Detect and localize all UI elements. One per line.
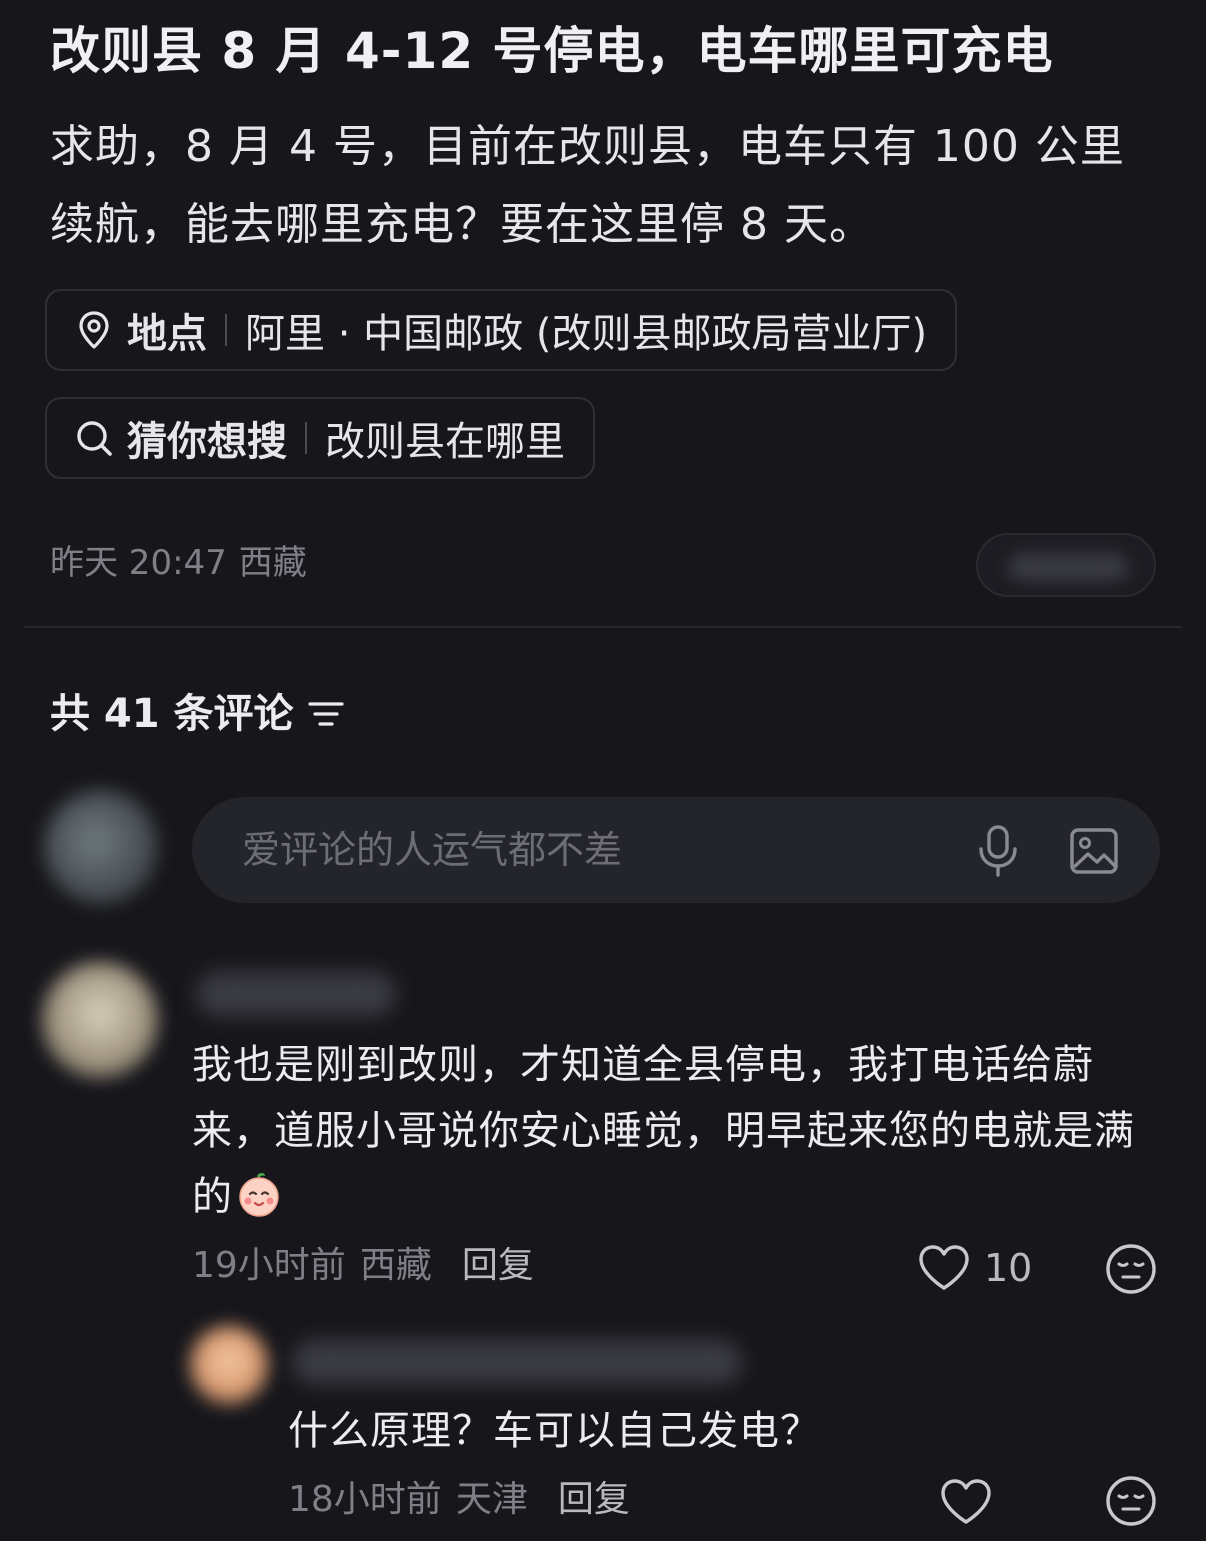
divider (24, 626, 1182, 628)
heart-outline-icon[interactable] (917, 1244, 971, 1292)
current-user-avatar[interactable] (44, 790, 158, 904)
map-pin-icon (73, 309, 115, 351)
reply-location: 天津 (455, 1479, 528, 1520)
reply-name-blurred[interactable] (292, 1340, 742, 1384)
reply-time: 18小时前 (288, 1479, 442, 1520)
search-suggestion-chip[interactable]: 猜你想搜 改则县在哪里 (45, 397, 595, 479)
meh-face-icon[interactable] (1104, 1242, 1158, 1296)
blurred-action-button[interactable] (976, 533, 1156, 597)
post-region: 西藏 (238, 543, 307, 583)
baby-face-emoji (235, 1170, 283, 1218)
comment-text-content: 我也是刚到改则，才知道全县停电，我打电话给蔚来，道服小哥说你安心睡觉，明早起来您… (192, 1042, 1135, 1220)
location-chip[interactable]: 地点 阿里 · 中国邮政 (改则县邮政局营业厅) (45, 289, 958, 371)
search-chip-key: 猜你想搜 (127, 419, 287, 465)
reply-button[interactable]: 回复 (462, 1245, 534, 1286)
filter-lines-icon[interactable] (306, 694, 346, 734)
location-chip-value: 阿里 · 中国邮政 (改则县邮政局营业厅) (245, 311, 928, 357)
blurred-content (1008, 553, 1128, 581)
post-body: 求助，8 月 4 号，目前在改则县，电车只有 100 公里续航，能去哪里充电？要… (50, 121, 1125, 250)
post-meta: 昨天 20:47 西藏 (50, 540, 307, 586)
reply-button[interactable]: 回复 (558, 1479, 630, 1520)
image-icon[interactable] (1068, 825, 1120, 877)
comment-meta: 19小时前 西藏 回复 (192, 1242, 534, 1290)
comment-input[interactable]: 爱评论的人运气都不差 (192, 797, 1160, 903)
commenter-avatar[interactable] (42, 962, 158, 1078)
meh-face-icon[interactable] (1104, 1474, 1158, 1528)
location-chip-key: 地点 (127, 311, 207, 357)
comment-count-header: 共 41 条评论 (50, 688, 346, 740)
microphone-icon[interactable] (974, 825, 1022, 877)
search-icon (73, 417, 115, 459)
post-title: 改则县 8 月 4-12 号停电，电车哪里可充电 (50, 22, 1054, 80)
reply-avatar[interactable] (190, 1326, 268, 1404)
chip-separator (305, 422, 307, 454)
comment-input-placeholder: 爱评论的人运气都不差 (242, 828, 623, 872)
commenter-name-blurred[interactable] (196, 972, 396, 1016)
search-chip-value: 改则县在哪里 (325, 419, 565, 465)
comment-text: 我也是刚到改则，才知道全县停电，我打电话给蔚来，道服小哥说你安心睡觉，明早起来您… (192, 1032, 1167, 1230)
comment-time: 19小时前 (192, 1245, 346, 1286)
post-time: 昨天 20:47 (50, 543, 227, 583)
like-count: 10 (984, 1246, 1033, 1290)
chip-separator (225, 314, 227, 346)
heart-outline-icon[interactable] (939, 1478, 993, 1526)
comment-location: 西藏 (359, 1245, 432, 1286)
comment-count-label: 共 41 条评论 (50, 691, 294, 737)
reply-text: 什么原理？车可以自己发电？ (288, 1408, 821, 1454)
reply-meta: 18小时前 天津 回复 (288, 1476, 630, 1524)
